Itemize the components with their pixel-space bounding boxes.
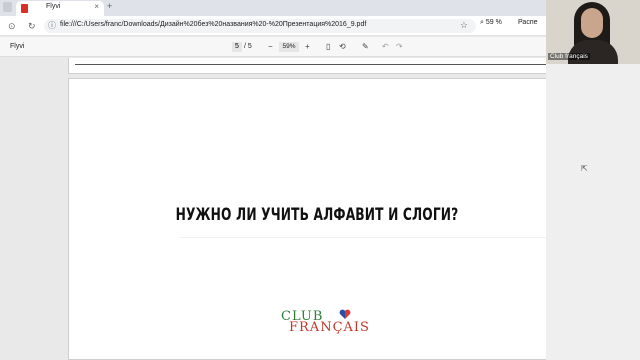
club-francais-logo: CLUB FRANÇAIS bbox=[281, 309, 369, 339]
file-info-icon[interactable]: ⓘ bbox=[48, 20, 56, 31]
back-arrow-icon[interactable]: ⊙ bbox=[8, 20, 16, 32]
tab-strip: Flyvi × + bbox=[0, 0, 546, 16]
tab-close-icon[interactable]: × bbox=[94, 2, 99, 11]
tab-menu-icon[interactable] bbox=[3, 2, 12, 12]
slide-heading: НУЖНО ЛИ УЧИТЬ АЛФАВИТ И СЛОГИ? bbox=[175, 205, 459, 225]
pdf-favicon-icon bbox=[21, 4, 28, 13]
zoom-out-button[interactable]: − bbox=[268, 42, 273, 52]
webcam-person-face bbox=[581, 8, 603, 38]
slide-divider bbox=[179, 237, 549, 238]
mouse-cursor-icon: ⇱ bbox=[581, 164, 588, 173]
page-count: / 5 bbox=[244, 43, 252, 50]
webcam-person-body bbox=[568, 40, 618, 64]
heart-icon bbox=[339, 309, 351, 319]
previous-page bbox=[68, 58, 566, 74]
side-panel: Club français ⇱ bbox=[546, 0, 640, 360]
pdf-toolbar: Flyvi 5 / 5 − 59% + ▯ ⟲ ✎ ↶ ↷ bbox=[0, 37, 546, 57]
zoom-value-input[interactable]: 59% bbox=[279, 42, 299, 52]
address-bar-row: ⊙ ↻ ⓘ file:///C:/Users/franc/Downloads/Д… bbox=[0, 16, 546, 36]
redo-icon[interactable]: ↷ bbox=[396, 42, 403, 52]
url-text: file:///C:/Users/franc/Downloads/Дизайн%… bbox=[60, 21, 367, 28]
share-button[interactable]: Распе bbox=[518, 19, 538, 26]
webcam-feed: Club français bbox=[546, 0, 640, 64]
zoom-in-button[interactable]: + bbox=[305, 42, 310, 52]
new-tab-button[interactable]: + bbox=[107, 1, 112, 11]
zoom-badge[interactable]: ⌕ 59 % bbox=[480, 19, 502, 27]
fit-page-icon[interactable]: ▯ bbox=[326, 42, 330, 52]
zoom-badge-text: 59 % bbox=[485, 19, 502, 26]
url-input[interactable]: ⓘ file:///C:/Users/franc/Downloads/Дизай… bbox=[44, 19, 476, 33]
tab-title: Flyvi bbox=[46, 3, 61, 10]
pdf-viewer[interactable]: НУЖНО ЛИ УЧИТЬ АЛФАВИТ И СЛОГИ? CLUB FRA… bbox=[0, 58, 566, 360]
page-number-input[interactable]: 5 bbox=[232, 42, 242, 52]
page-divider-line bbox=[75, 64, 561, 65]
webcam-label: Club français bbox=[548, 53, 590, 60]
logo-francais-text: FRANÇAIS bbox=[289, 320, 370, 335]
draw-icon[interactable]: ✎ bbox=[362, 42, 369, 52]
pdf-title: Flyvi bbox=[10, 43, 25, 50]
star-icon[interactable]: ☆ bbox=[460, 20, 468, 31]
undo-icon[interactable]: ↶ bbox=[382, 42, 389, 52]
reload-icon[interactable]: ↻ bbox=[28, 20, 36, 32]
pdf-page: НУЖНО ЛИ УЧИТЬ АЛФАВИТ И СЛОГИ? CLUB FRA… bbox=[68, 78, 566, 360]
tab-flyvi[interactable]: Flyvi × bbox=[16, 1, 104, 16]
rotate-icon[interactable]: ⟲ bbox=[339, 42, 346, 52]
